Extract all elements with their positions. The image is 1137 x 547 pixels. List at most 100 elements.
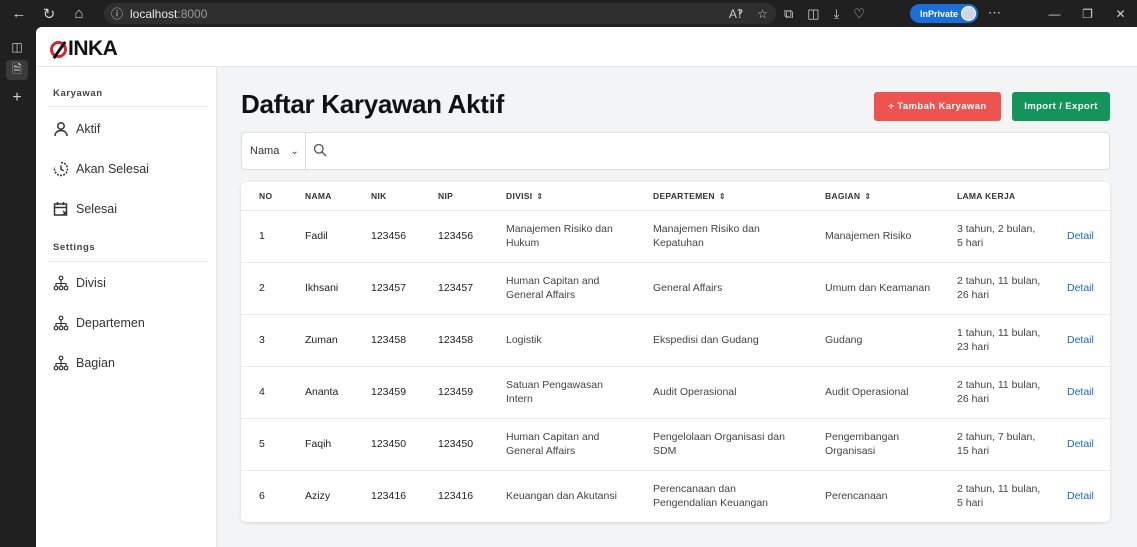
cell-nama: Zuman — [287, 314, 353, 367]
site-info-icon[interactable]: ⓘ — [104, 5, 130, 22]
tab-actions-icon[interactable]: ◫ — [6, 37, 28, 57]
cell-divisi: Satuan Pengawasan Intern — [488, 366, 635, 419]
back-icon[interactable]: ← — [4, 0, 34, 27]
column-header-departemen[interactable]: DEPARTEMEN ⇕ — [635, 182, 807, 211]
detail-link[interactable]: Detail — [1067, 386, 1094, 398]
cell-nip: 123458 — [420, 314, 488, 367]
calendar-x-icon — [52, 200, 70, 218]
cell-no: 4 — [241, 366, 287, 419]
app-header: INKA — [36, 27, 1137, 67]
cell-divisi: Logistik — [488, 314, 635, 367]
sidebar-item-akan-selesai[interactable]: Akan Selesai — [52, 157, 149, 181]
detail-link[interactable]: Detail — [1067, 230, 1094, 242]
main-content: Daftar Karyawan Aktif + Tambah Karyawan … — [217, 67, 1137, 547]
column-header-nik: NIK — [353, 182, 420, 211]
employee-table: NO NAMA NIK NIP DIVISI ⇕ DEPARTEMEN ⇕ BAGI… — [241, 182, 1110, 522]
search-field-selected: Nama — [250, 145, 280, 157]
detail-link[interactable]: Detail — [1067, 438, 1094, 450]
column-header-bagian[interactable]: BAGIAN ⇕ — [807, 182, 939, 211]
user-icon — [52, 120, 70, 138]
sidebar-item-label: Selesai — [76, 202, 117, 216]
minimize-icon[interactable]: — — [1038, 0, 1071, 27]
cell-action: Detail — [1049, 262, 1110, 315]
extensions-icon[interactable]: ⧉ — [784, 6, 793, 22]
sidebar-item-aktif[interactable]: Aktif — [52, 117, 100, 141]
cell-nama: Faqih — [287, 418, 353, 471]
cell-bagian: Perencanaan — [825, 490, 888, 503]
search-field-select[interactable]: Nama ⌄ — [242, 133, 306, 169]
sidebar: Karyawan Aktif Akan Selesai Selesai Sett… — [36, 67, 217, 547]
cell-lama-kerja: 2 tahun, 11 bulan, 26 hari — [939, 366, 1049, 419]
sidebar-item-label: Bagian — [76, 356, 115, 370]
browser-toolbar: ← ↻ ⌂ ⓘ localhost:8000 A‽ ☆ ⧉ ◫ ⤓ ♡ InPr… — [0, 0, 1137, 27]
cell-lama-kerja: 2 tahun, 11 bulan, 26 hari — [939, 262, 1049, 315]
cell-no: 3 — [241, 314, 287, 367]
active-tab-page-icon[interactable]: 🗎 — [6, 60, 28, 80]
cell-divisi: Keuangan dan Akutansi — [506, 490, 617, 503]
sort-icon[interactable]: ⇕ — [719, 192, 726, 201]
sidebar-divider — [48, 106, 208, 107]
add-employee-button[interactable]: + Tambah Karyawan — [874, 92, 1001, 121]
cell-nip: 123459 — [420, 366, 488, 419]
cell-nama: Azizy — [305, 490, 331, 503]
inka-logo[interactable]: INKA — [50, 37, 118, 61]
detail-link[interactable]: Detail — [1067, 334, 1094, 346]
sort-icon[interactable]: ⇕ — [864, 192, 871, 201]
cell-nik: 123416 — [371, 490, 407, 503]
cell-lama-kerja: 3 tahun, 2 bulan, 5 hari — [939, 210, 1049, 263]
sidebar-item-label: Aktif — [76, 122, 101, 136]
more-options-icon[interactable]: ⋯ — [988, 5, 1001, 21]
page-title: Daftar Karyawan Aktif — [241, 89, 504, 119]
cell-no: 1 — [241, 210, 287, 263]
cell-departemen: Pengelolaan Organisasi dan SDM — [635, 418, 807, 471]
sidebar-item-selesai[interactable]: Selesai — [52, 197, 117, 221]
split-screen-icon[interactable]: ◫ — [807, 6, 819, 22]
cell-departemen: Ekspedisi dan Gudang — [635, 314, 807, 367]
browser-essentials-icon[interactable]: ♡ — [853, 6, 865, 22]
sidebar-section-settings: Settings — [53, 242, 96, 253]
cell-lama-kerja: 2 tahun, 7 bulan, 15 hari — [939, 418, 1049, 471]
column-header-divisi[interactable]: DIVISI ⇕ — [488, 182, 635, 211]
cell-nama: Ananta — [287, 366, 353, 419]
column-header-no: NO — [241, 182, 287, 211]
import-export-button[interactable]: Import / Export — [1012, 92, 1110, 121]
column-header-nip: NIP — [420, 182, 488, 211]
inprivate-badge[interactable]: InPrivate — [910, 4, 978, 23]
cell-no: 5 — [241, 418, 287, 471]
new-tab-plus-icon[interactable]: + — [6, 88, 28, 108]
sort-icon[interactable]: ⇕ — [536, 192, 543, 201]
detail-link[interactable]: Detail — [1067, 282, 1094, 294]
home-icon[interactable]: ⌂ — [64, 0, 94, 27]
cell-nik: 123450 — [353, 418, 420, 471]
restore-icon[interactable]: ❐ — [1071, 0, 1104, 27]
refresh-icon[interactable]: ↻ — [34, 0, 64, 27]
cell-nik: 123456 — [353, 210, 420, 263]
sidebar-item-label: Divisi — [76, 276, 106, 290]
close-icon[interactable]: ✕ — [1104, 0, 1137, 27]
sidebar-item-bagian[interactable]: Bagian — [52, 351, 115, 375]
address-bar[interactable]: ⓘ localhost:8000 A‽ ☆ — [104, 3, 776, 24]
clock-icon — [52, 160, 70, 178]
cell-bagian: Audit Operasional — [807, 366, 939, 419]
sidebar-item-label: Departemen — [76, 316, 145, 330]
search-input[interactable] — [334, 140, 1094, 162]
cell-nik: 123459 — [353, 366, 420, 419]
detail-link[interactable]: Detail — [1067, 490, 1094, 502]
cell-departemen: General Affairs — [635, 262, 807, 315]
downloads-icon[interactable]: ⤓ — [834, 6, 840, 22]
read-aloud-icon[interactable]: A‽ — [729, 7, 743, 21]
cell-lama-kerja: 2 tahun, 11 bulan, 5 hari — [957, 483, 1041, 510]
cell-departemen: Perencanaan dan Pengendalian Keuangan — [653, 483, 769, 510]
cell-bagian: Pengembangan Organisasi — [807, 418, 939, 471]
sidebar-item-departemen[interactable]: Departemen — [52, 311, 145, 335]
cell-no: 6 — [259, 490, 265, 503]
table-row: 2 Ikhsani 123457 123457 Human Capitan an… — [241, 262, 1110, 315]
favorite-star-icon[interactable]: ☆ — [757, 7, 768, 21]
chevron-down-icon: ⌄ — [290, 145, 299, 157]
cell-departemen: Audit Operasional — [635, 366, 807, 419]
cell-no: 2 — [241, 262, 287, 315]
table-row: 1 Fadil 123456 123456 Manajemen Risiko d… — [241, 210, 1110, 263]
cell-bagian: Umum dan Keamanan — [807, 262, 939, 315]
org-chart-icon — [52, 274, 70, 292]
sidebar-item-divisi[interactable]: Divisi — [52, 271, 106, 295]
